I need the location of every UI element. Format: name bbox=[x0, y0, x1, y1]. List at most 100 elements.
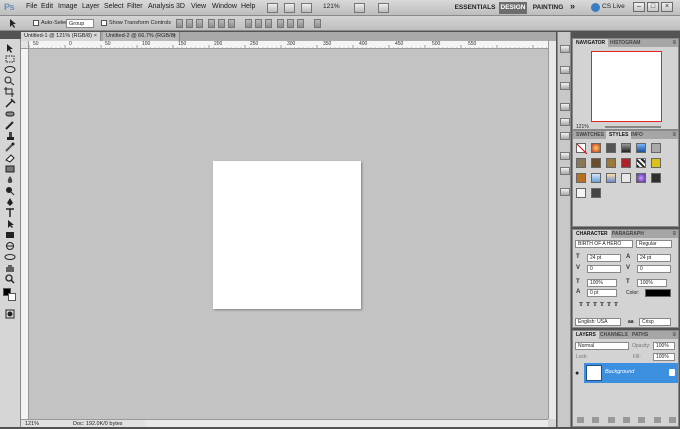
move-tool-preset-icon[interactable] bbox=[9, 19, 17, 28]
status-doc-size[interactable]: Doc: 192.0K/0 bytes bbox=[73, 420, 123, 428]
zoom-tool-icon[interactable] bbox=[3, 274, 17, 284]
link-layers-icon[interactable] bbox=[577, 417, 584, 423]
tab-histogram[interactable]: HISTOGRAM bbox=[607, 39, 643, 47]
style-swatch[interactable] bbox=[591, 173, 601, 183]
style-none[interactable] bbox=[576, 143, 588, 155]
vertical-scrollbar[interactable] bbox=[548, 41, 556, 419]
distribute-vcenter-icon[interactable] bbox=[255, 19, 262, 28]
menu-analysis[interactable]: Analysis bbox=[148, 3, 174, 10]
screen-mode-icon[interactable] bbox=[378, 3, 389, 13]
workspace-painting[interactable]: PAINTING bbox=[530, 2, 566, 14]
crop-tool-icon[interactable] bbox=[3, 87, 17, 97]
type-tool-icon[interactable] bbox=[3, 208, 17, 218]
tab-info[interactable]: INFO bbox=[628, 131, 646, 139]
3d-rotate-tool-icon[interactable] bbox=[3, 241, 17, 251]
menu-file[interactable]: File bbox=[26, 3, 37, 10]
background-color-swatch[interactable] bbox=[8, 293, 16, 301]
align-top-icon[interactable] bbox=[176, 19, 183, 28]
style-swatch[interactable] bbox=[651, 158, 661, 168]
panel-menu-icon[interactable]: ≡ bbox=[672, 331, 676, 339]
horizontal-scrollbar[interactable] bbox=[145, 419, 548, 427]
tracking-field[interactable]: 0 bbox=[637, 265, 671, 273]
distribute-bottom-icon[interactable] bbox=[265, 19, 272, 28]
style-swatch[interactable] bbox=[576, 158, 586, 168]
tab-paths[interactable]: PATHS bbox=[629, 331, 651, 339]
auto-align-layers-icon[interactable] bbox=[314, 19, 321, 28]
layer-name[interactable]: Background bbox=[605, 369, 634, 375]
font-family-select[interactable]: BIRTH OF A HERO bbox=[575, 240, 633, 248]
align-hcenter-icon[interactable] bbox=[218, 19, 225, 28]
panel-menu-icon[interactable]: ≡ bbox=[672, 131, 676, 139]
style-swatch[interactable] bbox=[621, 143, 631, 153]
3d-orbit-tool-icon[interactable] bbox=[3, 252, 17, 262]
style-swatch[interactable] bbox=[636, 173, 646, 183]
tab-untitled-2[interactable]: Untitled-2 @ 66.7% (RGB/8) × bbox=[103, 32, 180, 41]
text-style-buttons[interactable]: TTTTTT bbox=[579, 302, 620, 308]
style-swatch[interactable] bbox=[576, 173, 586, 183]
menu-layer[interactable]: Layer bbox=[82, 3, 100, 10]
minimize-button[interactable]: – bbox=[633, 2, 645, 12]
style-swatch[interactable] bbox=[651, 143, 661, 153]
panel-menu-icon[interactable]: ≡ bbox=[672, 230, 676, 238]
navigator-preview[interactable] bbox=[591, 51, 662, 122]
font-style-select[interactable]: Regular bbox=[636, 240, 672, 248]
style-swatch[interactable] bbox=[591, 143, 601, 153]
masks-panel-icon[interactable] bbox=[560, 167, 570, 175]
delete-layer-icon[interactable] bbox=[668, 417, 676, 423]
clone-stamp-tool-icon[interactable] bbox=[3, 131, 17, 141]
tool-presets-panel-icon[interactable] bbox=[560, 132, 570, 140]
new-layer-icon[interactable] bbox=[653, 417, 661, 423]
zoom-level-dropdown[interactable]: 121% bbox=[323, 3, 340, 10]
maximize-button[interactable]: □ bbox=[647, 2, 659, 12]
clone-source-panel-icon[interactable] bbox=[560, 118, 570, 126]
add-mask-icon[interactable] bbox=[607, 417, 615, 423]
close-tab-icon[interactable]: × bbox=[173, 32, 176, 41]
align-vcenter-icon[interactable] bbox=[186, 19, 193, 28]
tab-swatches[interactable]: SWATCHES bbox=[573, 131, 607, 139]
menu-filter[interactable]: Filter bbox=[127, 3, 143, 10]
align-right-icon[interactable] bbox=[228, 19, 235, 28]
navigator-zoom-slider[interactable] bbox=[605, 126, 661, 128]
hand-tool-icon[interactable] bbox=[3, 263, 17, 273]
launch-bridge-icon[interactable] bbox=[267, 3, 278, 13]
pen-tool-icon[interactable] bbox=[3, 197, 17, 207]
style-swatch[interactable] bbox=[606, 173, 616, 183]
adjustments-panel-icon[interactable] bbox=[560, 152, 570, 160]
layer-style-icon[interactable] bbox=[592, 417, 600, 423]
tab-navigator[interactable]: NAVIGATOR bbox=[573, 39, 609, 47]
document-canvas[interactable] bbox=[213, 161, 361, 309]
tab-paragraph[interactable]: PARAGRAPH bbox=[609, 230, 647, 238]
auto-select-checkbox[interactable] bbox=[33, 20, 39, 26]
tab-layers[interactable]: LAYERS bbox=[573, 331, 599, 339]
menu-view[interactable]: View bbox=[191, 3, 206, 10]
distribute-hcenter-icon[interactable] bbox=[287, 19, 294, 28]
fill-field[interactable]: 100% bbox=[653, 353, 675, 361]
tab-channels[interactable]: CHANNELS bbox=[597, 331, 631, 339]
style-swatch[interactable] bbox=[621, 158, 631, 168]
menu-image[interactable]: Image bbox=[58, 3, 77, 10]
layer-row-background[interactable]: Background bbox=[584, 363, 678, 383]
shape-tool-icon[interactable] bbox=[3, 230, 17, 240]
menu-3d[interactable]: 3D bbox=[176, 3, 185, 10]
close-button[interactable]: × bbox=[661, 2, 673, 12]
status-zoom[interactable]: 121% bbox=[25, 420, 39, 428]
workspace-design[interactable]: DESIGN bbox=[499, 2, 527, 14]
gradient-tool-icon[interactable] bbox=[3, 164, 17, 174]
brush-tool-icon[interactable] bbox=[3, 120, 17, 130]
new-group-icon[interactable] bbox=[638, 417, 646, 423]
more-workspaces-button[interactable]: » bbox=[570, 1, 575, 11]
style-swatch[interactable] bbox=[636, 143, 646, 153]
history-panel-icon[interactable] bbox=[560, 66, 570, 74]
auto-select-dropdown[interactable]: Group bbox=[66, 19, 94, 28]
align-bottom-icon[interactable] bbox=[196, 19, 203, 28]
menu-select[interactable]: Select bbox=[104, 3, 123, 10]
style-swatch[interactable] bbox=[651, 173, 661, 183]
quick-selection-tool-icon[interactable] bbox=[3, 76, 17, 86]
arrange-documents-icon[interactable] bbox=[354, 3, 365, 13]
distribute-left-icon[interactable] bbox=[277, 19, 284, 28]
workspace-essentials[interactable]: ESSENTIALS bbox=[453, 2, 497, 14]
style-swatch[interactable] bbox=[606, 143, 616, 153]
style-swatch[interactable] bbox=[636, 158, 646, 168]
style-swatch[interactable] bbox=[576, 188, 586, 198]
antialias-select[interactable]: Crisp bbox=[639, 318, 671, 326]
